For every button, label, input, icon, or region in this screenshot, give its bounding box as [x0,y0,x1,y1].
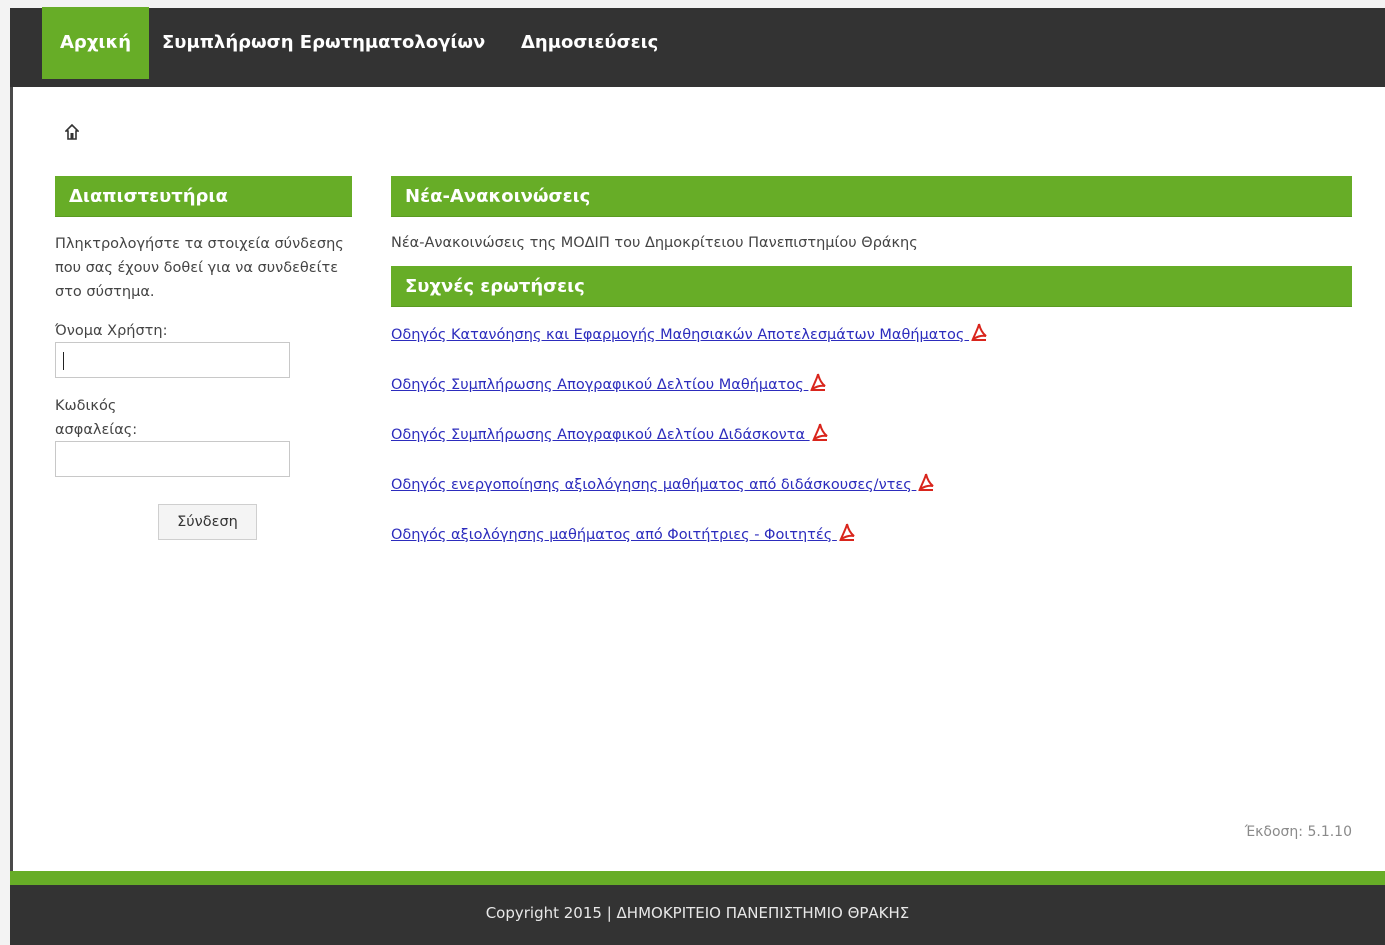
password-label: Κωδικός ασφαλείας: [55,398,138,438]
version-label: Έκδοση: 5.1.10 [1244,824,1352,840]
faq-panel-title: Συχνές ερωτήσεις [391,266,1352,307]
home-icon[interactable] [65,124,79,140]
faq-link-label: Οδηγός Κατανόησης και Εφαρμογής Μαθησιακ… [391,327,965,343]
nav-questionnaires[interactable]: Συμπλήρωση Ερωτηματολογίων [162,7,485,79]
login-button[interactable]: Σύνδεση [158,504,257,540]
nav-home[interactable]: Αρχική [42,7,150,79]
faq-link-label: Οδηγός αξιολόγησης μαθήματος από Φοιτήτρ… [391,527,833,543]
faq-link-label: Οδηγός Συμπλήρωσης Απογραφικού Δελτίου Δ… [391,427,806,443]
faq-link-course-sheet[interactable]: Οδηγός Συμπλήρωσης Απογραφικού Δελτίου Μ… [391,372,827,397]
faq-link-label: Οδηγός ενεργοποίησης αξιολόγησης μαθήματ… [391,477,912,493]
login-panel-title: Διαπιστευτήρια [55,176,352,217]
password-field[interactable] [55,441,290,477]
username-field[interactable] [55,342,290,378]
faq-link-student-evaluation[interactable]: Οδηγός αξιολόγησης μαθήματος από Φοιτήτρ… [391,522,856,547]
news-panel-title: Νέα-Ανακοινώσεις [391,176,1352,217]
footer-accent-bar [10,871,1385,885]
pdf-icon [811,423,828,442]
news-text: Νέα-Ανακοινώσεις της ΜΟΔΙΠ του Δημοκρίτε… [391,235,918,251]
text-caret [63,352,64,370]
pdf-icon [918,473,935,492]
pdf-icon [838,523,855,542]
pdf-icon [810,373,827,392]
login-instructions: Πληκτρολογήστε τα στοιχεία σύνδεσης που … [55,236,344,300]
faq-link-evaluation-activation[interactable]: Οδηγός ενεργοποίησης αξιολόγησης μαθήματ… [391,472,935,497]
username-label: Όνομα Χρήστη: [55,323,168,339]
faq-link-label: Οδηγός Συμπλήρωσης Απογραφικού Δελτίου Μ… [391,377,804,393]
faq-link-instructor-sheet[interactable]: Οδηγός Συμπλήρωσης Απογραφικού Δελτίου Δ… [391,422,829,447]
footer: Copyright 2015 | ΔΗΜΟΚΡΙΤΕΙΟ ΠΑΝΕΠΙΣΤΗΜΙ… [10,885,1385,945]
pdf-icon [971,323,987,342]
footer-copyright: Copyright 2015 | ΔΗΜΟΚΡΙΤΕΙΟ ΠΑΝΕΠΙΣΤΗΜΙ… [485,904,910,922]
nav-publications[interactable]: Δημοσιεύσεις [521,7,658,79]
faq-link-learning-outcomes[interactable]: Οδηγός Κατανόησης και Εφαρμογής Μαθησιακ… [391,322,988,347]
